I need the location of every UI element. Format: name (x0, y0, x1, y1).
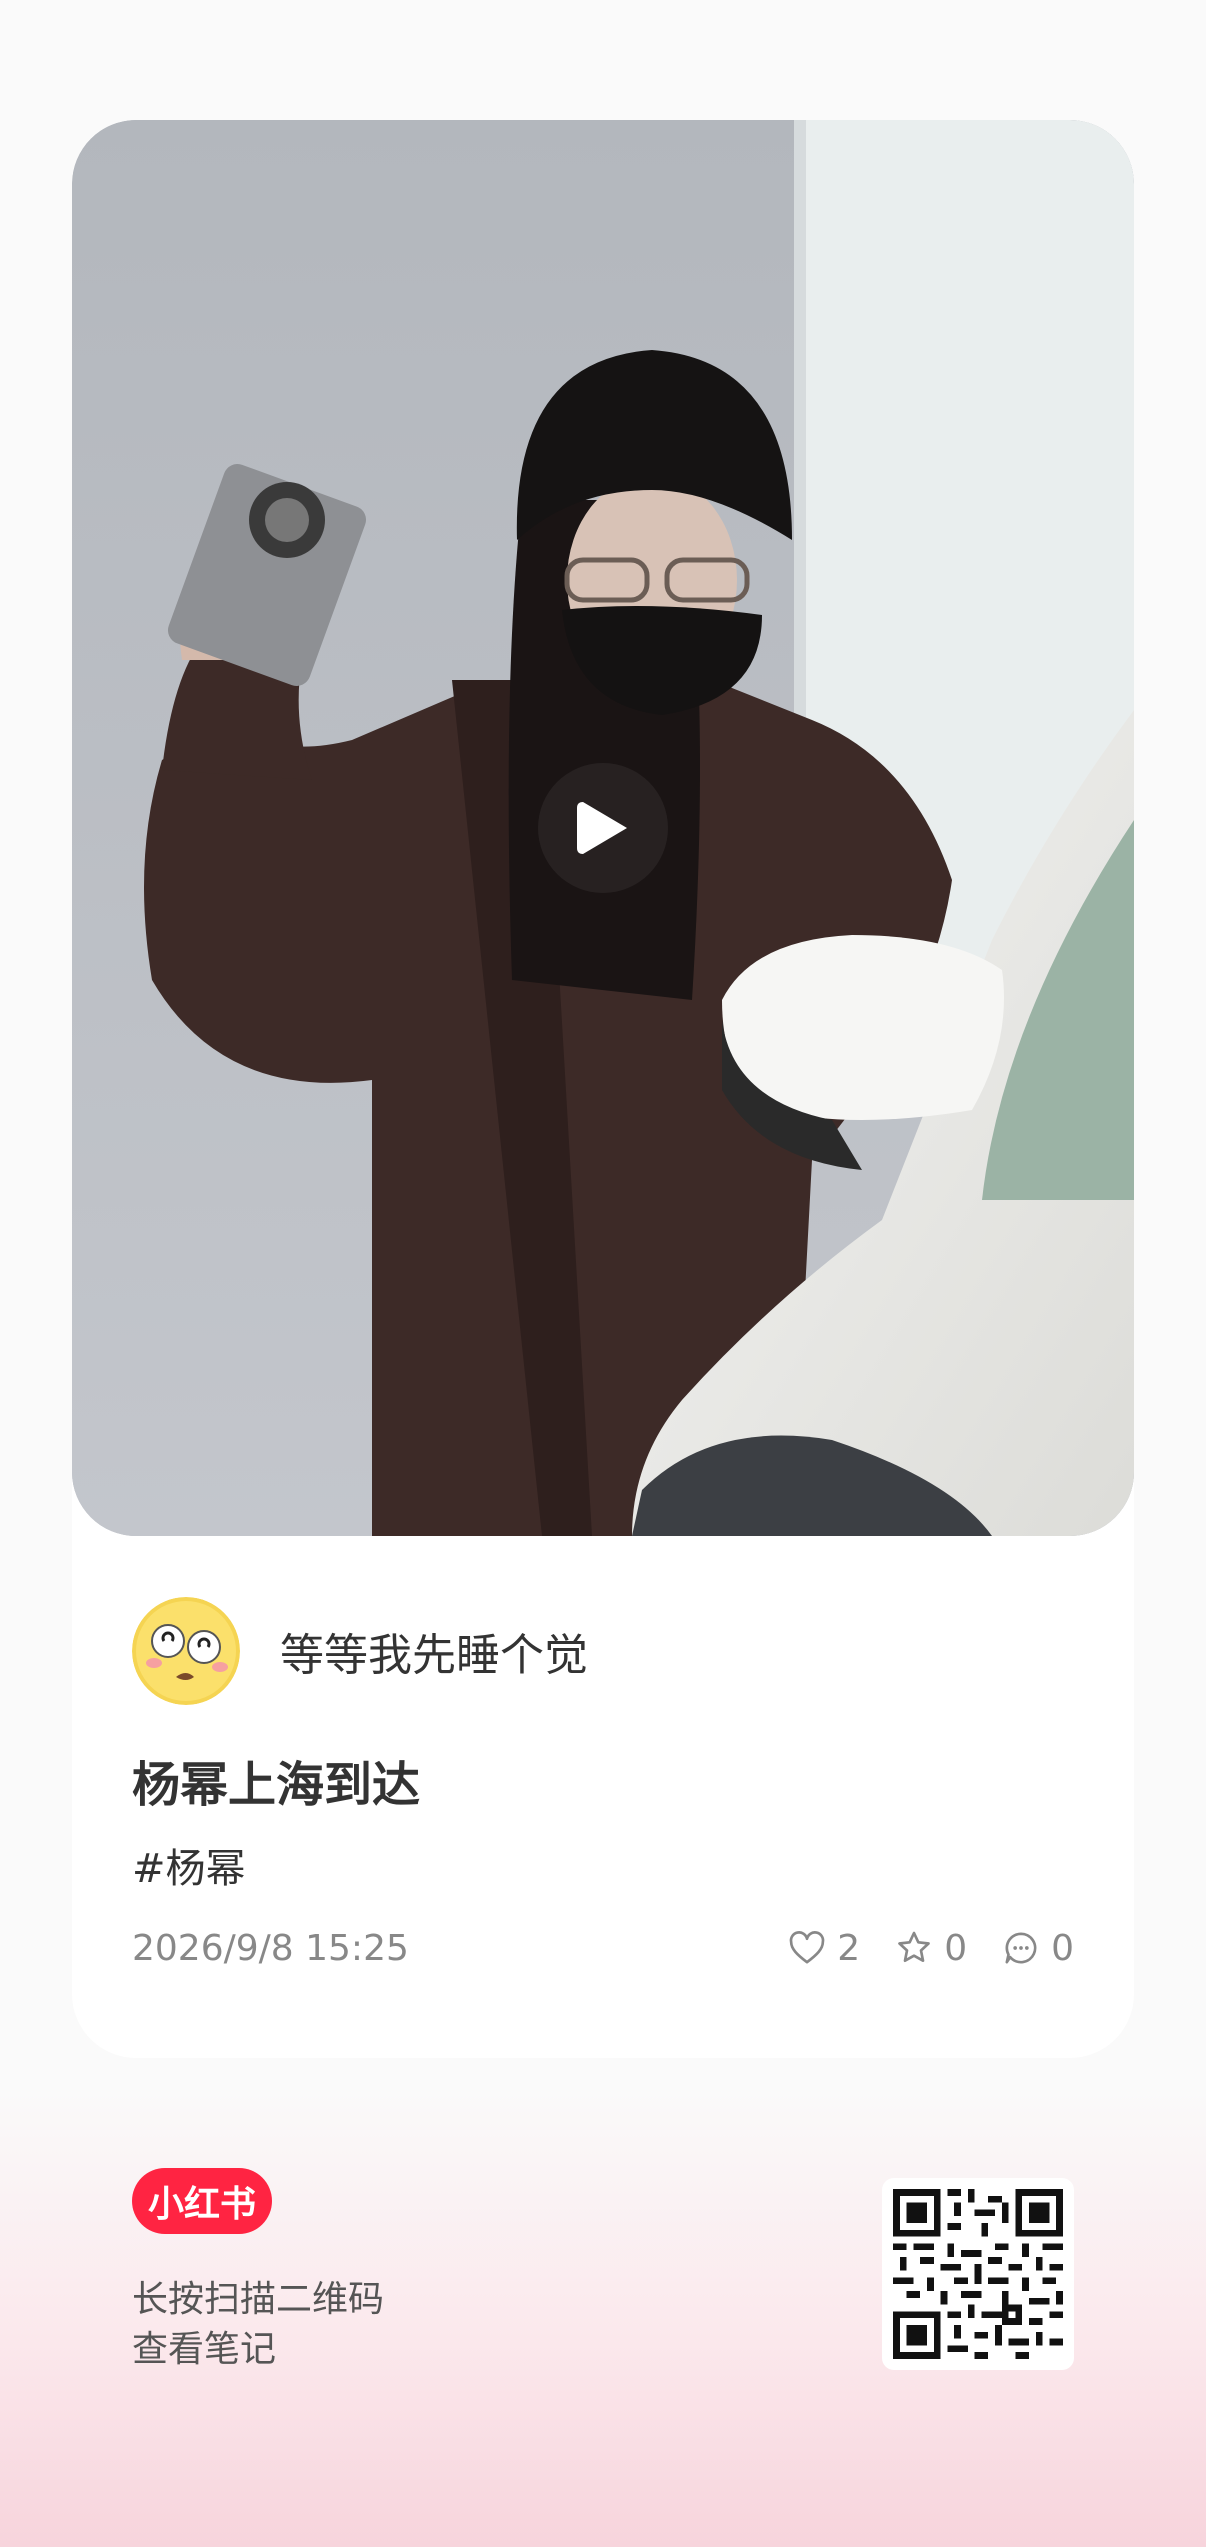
comment-count: 0 (1051, 1927, 1074, 1969)
author-name[interactable]: 等等我先睡个觉 (280, 1619, 588, 1683)
qr-code[interactable] (882, 2178, 1074, 2370)
play-button[interactable] (538, 763, 668, 893)
dizzy-emoji-avatar-icon (132, 1597, 240, 1705)
xiaohongshu-logo: 小红书 (132, 2168, 272, 2234)
author-row[interactable]: 等等我先睡个觉 (132, 1596, 588, 1706)
engagement-stats: 2 0 0 (787, 1920, 1074, 1976)
favorite-button[interactable]: 0 (894, 1928, 967, 1969)
post-date: 2026/9/8 15:25 (132, 1928, 409, 1969)
favorite-count: 0 (944, 1927, 968, 1969)
heart-icon (789, 1931, 825, 1964)
avatar[interactable] (132, 1597, 240, 1705)
hashtag-link[interactable]: #杨幂 (132, 1836, 246, 1894)
video-thumbnail[interactable] (72, 120, 1134, 1536)
comment-button[interactable]: 0 (1001, 1928, 1074, 1969)
play-icon (577, 802, 627, 854)
like-button[interactable]: 2 (787, 1928, 860, 1969)
note-card: 等等我先睡个觉 杨幂上海到达 #杨幂 2026/9/8 15:25 2 0 0 (72, 120, 1134, 2058)
scan-hint-line1: 长按扫描二维码 (132, 2279, 385, 2320)
like-count: 2 (837, 1927, 861, 1969)
note-title: 杨幂上海到达 (132, 1757, 421, 1813)
star-icon (898, 1931, 931, 1962)
qr-code-icon (893, 2189, 1063, 2359)
scan-hint-line2: 查看笔记 (132, 2329, 277, 2370)
comment-bubble-icon (1005, 1932, 1037, 1964)
